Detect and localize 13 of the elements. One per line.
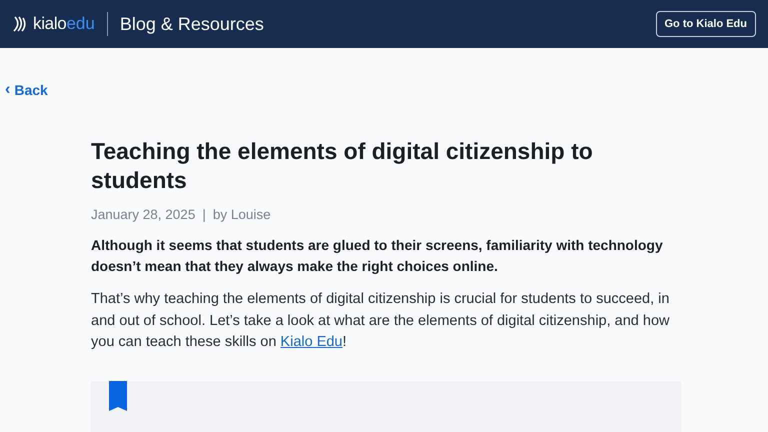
- author: by Louise: [212, 207, 271, 222]
- lead-paragraph: Although it seems that students are glued to their screens, familiarity with technology doesn’t mean that they always make the right choices online.: [91, 236, 664, 276]
- bookmark-icon: [109, 380, 127, 410]
- section-title: Blog & Resources: [120, 14, 264, 34]
- article-title: Teaching the elements of digital citizenship to students: [91, 137, 594, 195]
- kialo-edu-link[interactable]: Kialo Edu: [280, 334, 342, 350]
- logo-suffix: edu: [66, 14, 95, 34]
- body-paragraph: That’s why teaching the elements of digital citizenship is crucial for students to succeed, in and out of school. Let’s take a look at what are the elements of digital citizenship, and how you can teach these skills on Kialo Edu!: [91, 290, 670, 352]
- back-link[interactable]: ‹ Back: [5, 82, 48, 98]
- logo-wordmark: kialo: [33, 14, 66, 34]
- meta-separator: |: [202, 207, 206, 222]
- kialo-edu-button[interactable]: Go to Kialo Edu: [656, 11, 756, 37]
- publish-date: January 28, 2025: [91, 207, 196, 222]
